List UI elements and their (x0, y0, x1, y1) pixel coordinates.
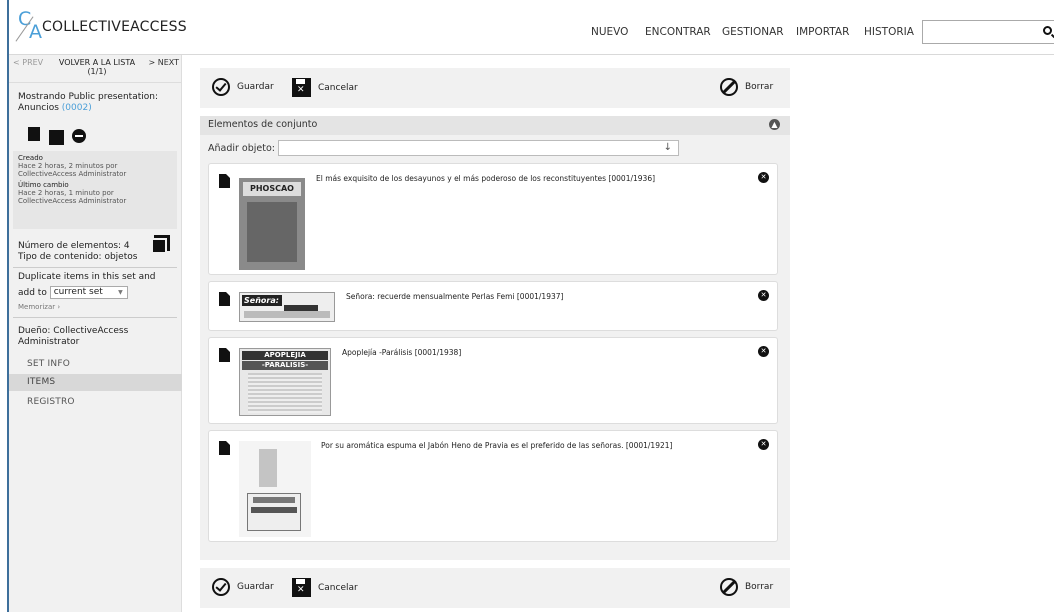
top-toolbar: Guardar Cancelar Borrar (200, 68, 790, 108)
sidebar-item-set-info[interactable]: SET INFO (9, 356, 182, 373)
sidebar: < PREV VOLVER A LA LISTA (1/1) > NEXT Mo… (9, 55, 182, 612)
remove-item-icon[interactable]: ✕ (758, 172, 769, 183)
prev-label: < PREV (13, 58, 44, 67)
top-header: C A COLLECTIVEACCESS NUEVO ENCONTRAR GES… (9, 0, 1054, 55)
save-button[interactable]: Guardar (212, 78, 274, 96)
cancel-label: Cancelar (318, 582, 358, 593)
check-circle-icon (212, 78, 230, 96)
list-item[interactable]: Por su aromática espuma el Jabón Heno de… (208, 430, 778, 542)
prohibit-icon (720, 578, 738, 596)
back-to-list-link[interactable]: VOLVER A LA LISTA (1/1) (54, 58, 140, 76)
item-thumbnail[interactable]: Señora: (239, 292, 335, 322)
cancel-button[interactable]: Cancelar (292, 78, 358, 97)
divider (13, 317, 177, 318)
brand-name[interactable]: COLLECTIVEACCESS (42, 19, 187, 35)
divider (13, 267, 177, 268)
remove-item-icon[interactable]: ✕ (758, 346, 769, 357)
document-icon (219, 441, 230, 455)
item-thumbnail[interactable] (239, 441, 311, 537)
list-item[interactable]: APOPLEJIA -PARALISIS- Apoplejía -Parális… (208, 337, 778, 424)
prev-link[interactable]: < PREV (13, 58, 43, 67)
panel-title: Elementos de conjunto (208, 119, 318, 130)
duplicate-icon[interactable] (28, 127, 40, 141)
collapse-icon[interactable]: ▲ (769, 119, 780, 130)
showing-label: Mostrando Public presentation: (18, 92, 158, 102)
copy-set-icon[interactable] (151, 238, 167, 254)
search-icon[interactable] (1043, 26, 1052, 35)
document-icon (219, 292, 230, 306)
item-title[interactable]: Señora: recuerde mensualmente Perlas Fem… (346, 292, 563, 301)
showing-name: Anuncios (18, 103, 59, 113)
item-title[interactable]: Por su aromática espuma el Jabón Heno de… (321, 441, 672, 450)
item-thumbnail[interactable]: APOPLEJIA -PARALISIS- (239, 348, 331, 416)
add-object-label: Añadir objeto: (208, 143, 276, 154)
sidebar-item-items[interactable]: ITEMS (9, 374, 182, 391)
main-content: Guardar Cancelar Borrar Elementos de con… (200, 68, 790, 612)
nav-nuevo[interactable]: NUEVO (591, 26, 628, 38)
search-input[interactable] (922, 20, 1054, 44)
showing-id-link[interactable]: (0002) (62, 103, 92, 113)
cancel-button[interactable]: Cancelar (292, 578, 358, 597)
memorize-link[interactable]: Memorizar › (18, 303, 60, 311)
save-icon[interactable] (49, 130, 64, 145)
nav-gestionar[interactable]: GESTIONAR (722, 26, 784, 38)
item-count: Número de elementos: 4 (18, 241, 130, 251)
download-arrow-icon[interactable]: ↓ (664, 142, 672, 153)
remove-item-icon[interactable]: ✕ (758, 439, 769, 450)
delete-button[interactable]: Borrar (720, 578, 773, 596)
nav-historia[interactable]: HISTORIA (864, 26, 914, 38)
bottom-toolbar: Guardar Cancelar Borrar (200, 568, 790, 608)
next-link[interactable]: > NEXT (148, 58, 179, 67)
select-arrow-icon: ▼ (118, 289, 123, 296)
delete-label: Borrar (745, 582, 774, 592)
thumb-title: PHOSCAO (243, 182, 301, 196)
cancel-save-icon (292, 78, 311, 97)
list-item[interactable]: Señora: Señora: recuerde mensualmente Pe… (208, 281, 778, 331)
created-label: Creado (18, 154, 43, 162)
set-select[interactable]: current set ▼ (49, 286, 128, 299)
delete-button[interactable]: Borrar (720, 78, 773, 96)
panel-header: Elementos de conjunto ▲ (200, 116, 790, 135)
nav-importar[interactable]: IMPORTAR (796, 26, 849, 38)
changed-label: Último cambio (18, 181, 69, 189)
metadata-box: Creado Hace 2 horas, 2 minutos por Colle… (13, 151, 177, 229)
owner-text: Dueño: CollectiveAccess Administrator (18, 326, 129, 347)
logo-a: A (29, 21, 42, 43)
item-title[interactable]: Apoplejía -Parálisis [0001/1938] (342, 348, 461, 357)
cancel-label: Cancelar (318, 82, 358, 93)
duplicate-text: Duplicate items in this set and (18, 272, 156, 282)
created-text: Hace 2 horas, 2 minutos por CollectiveAc… (18, 162, 127, 178)
delete-circle-icon[interactable] (72, 129, 86, 143)
document-icon (219, 348, 230, 362)
check-circle-icon (212, 578, 230, 596)
save-label: Guardar (237, 582, 274, 592)
remove-item-icon[interactable]: ✕ (758, 290, 769, 301)
set-items-panel: Elementos de conjunto ▲ Añadir objeto: ↓… (200, 116, 790, 560)
app-frame: C A COLLECTIVEACCESS NUEVO ENCONTRAR GES… (0, 0, 1054, 612)
changed-text: Hace 2 horas, 1 minuto por CollectiveAcc… (18, 189, 127, 205)
content-type: Tipo de contenido: objetos (18, 252, 138, 262)
add-to-label: add to (18, 288, 47, 298)
record-navigation: < PREV VOLVER A LA LISTA (1/1) > NEXT (9, 55, 182, 83)
delete-label: Borrar (745, 82, 774, 92)
cancel-save-icon (292, 578, 311, 597)
set-select-value: current set (53, 287, 103, 297)
showing-name-line: Anuncios (0002) (18, 103, 92, 114)
add-object-input[interactable]: ↓ (278, 140, 679, 156)
sidebar-item-registro[interactable]: REGISTRO (9, 394, 182, 411)
document-icon (219, 174, 230, 188)
add-to-row: add to current set ▼ (18, 286, 128, 299)
item-thumbnail[interactable]: PHOSCAO (239, 178, 305, 270)
nav-encontrar[interactable]: ENCONTRAR (645, 26, 711, 38)
item-title[interactable]: El más exquisito de los desayunos y el m… (316, 174, 655, 183)
save-button[interactable]: Guardar (212, 578, 274, 596)
save-label: Guardar (237, 82, 274, 92)
list-item[interactable]: PHOSCAO El más exquisito de los desayuno… (208, 163, 778, 275)
prohibit-icon (720, 78, 738, 96)
